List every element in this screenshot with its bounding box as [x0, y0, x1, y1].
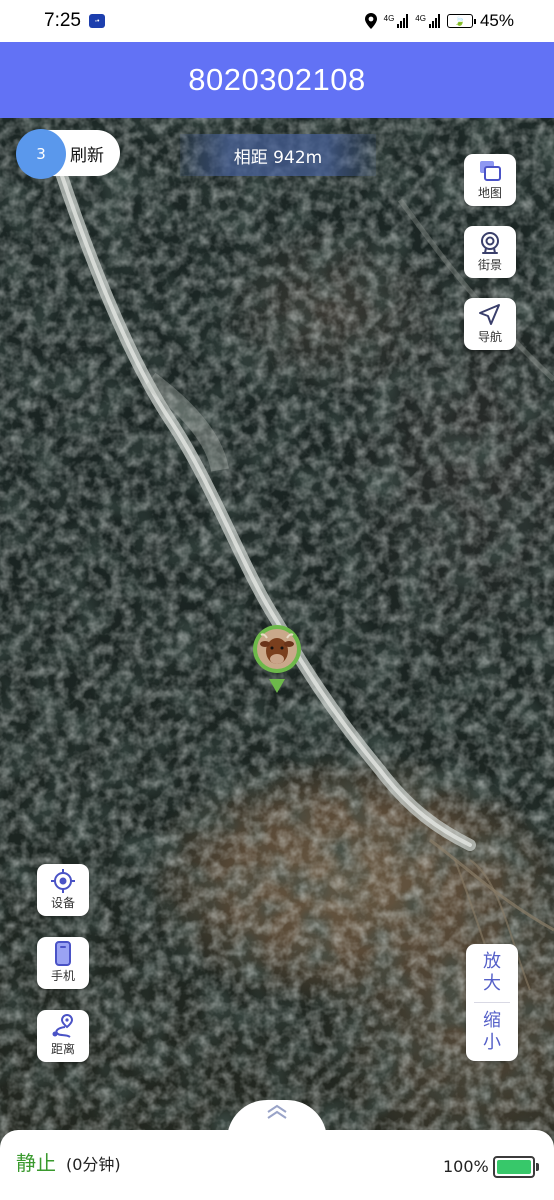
map-type-label: 地图 — [477, 186, 502, 200]
location-icon — [364, 13, 377, 29]
device-location-marker[interactable] — [252, 624, 302, 694]
street-view-icon — [477, 231, 503, 255]
distance-button[interactable]: 距离 — [37, 1010, 89, 1062]
map-type-button[interactable]: 地图 — [464, 154, 516, 206]
zoom-out-label-1: 缩 — [483, 1010, 501, 1031]
zoom-out-label-2: 小 — [483, 1032, 501, 1053]
locate-device-label: 设备 — [50, 896, 75, 910]
device-locate-icon — [50, 869, 76, 893]
zoom-out-button[interactable]: 缩 小 — [466, 1003, 518, 1061]
locate-phone-label: 手机 — [50, 969, 75, 983]
navigation-button[interactable]: 导航 — [464, 298, 516, 350]
street-view-button[interactable]: 街景 — [464, 226, 516, 278]
signal-4g-icon: 4G — [384, 14, 409, 28]
device-battery-icon — [493, 1156, 539, 1178]
phone-icon — [50, 941, 76, 966]
refresh-countdown-badge: 3 — [16, 129, 66, 179]
chevron-up-double-icon — [267, 1104, 287, 1119]
distance-button-label: 距离 — [50, 1042, 75, 1056]
locate-phone-button[interactable]: 手机 — [37, 937, 89, 989]
locate-device-button[interactable]: 设备 — [37, 864, 89, 916]
distance-banner: 相距 942m — [180, 134, 376, 176]
zoom-control: 放 大 缩 小 — [466, 944, 518, 1061]
clock: 7:25 — [44, 10, 81, 31]
system-status-bar: 7:25 ◦• 4G 4G 🍃 45% — [0, 0, 554, 42]
device-battery-fill — [497, 1160, 531, 1174]
refresh-label: 刷新 — [70, 145, 104, 166]
street-view-label: 街景 — [477, 258, 502, 272]
zoom-in-label-2: 大 — [483, 973, 501, 994]
map-layers-icon — [477, 159, 503, 183]
zoom-in-label-1: 放 — [483, 951, 501, 972]
motion-status: 静止 — [16, 1151, 56, 1175]
zoom-in-button[interactable]: 放 大 — [466, 944, 518, 1002]
motion-duration: (0分钟) — [66, 1155, 121, 1174]
route-distance-icon — [50, 1014, 76, 1039]
app-notification-icon: ◦• — [88, 14, 105, 28]
battery-percent: 45% — [479, 11, 514, 30]
distance-label: 相距 942m — [233, 147, 323, 168]
cow-avatar-icon — [253, 625, 301, 693]
refresh-button[interactable]: 3 刷新 — [16, 129, 120, 179]
device-battery-percent: 100% — [443, 1157, 489, 1176]
signal-4g-icon: 4G — [415, 14, 440, 28]
battery-saver-icon: 🍃 — [446, 14, 476, 28]
page-title: 8020302108 — [188, 62, 366, 97]
page-title-bar: 8020302108 — [0, 42, 554, 118]
navigation-label: 导航 — [477, 330, 502, 344]
navigation-icon — [477, 303, 503, 327]
